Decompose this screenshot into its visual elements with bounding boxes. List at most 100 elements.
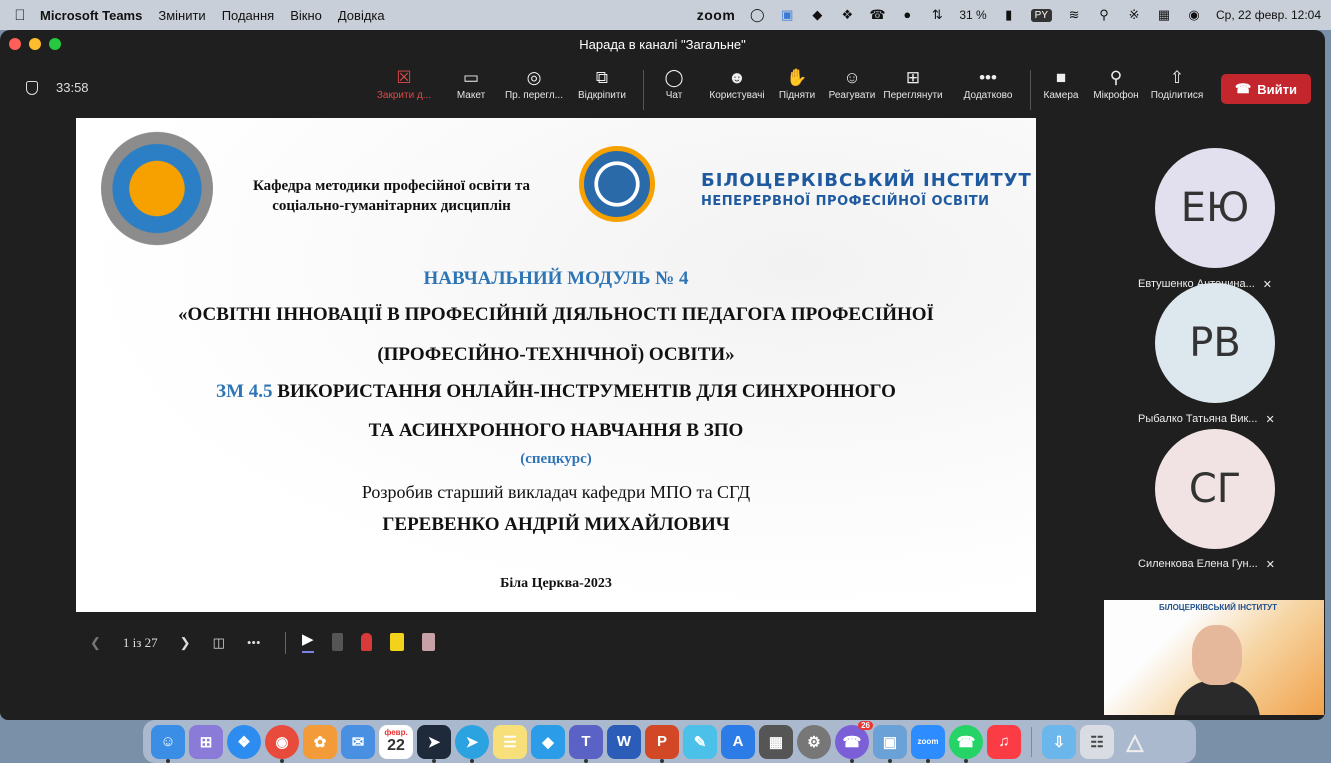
pop-out-button[interactable]: ⧉ Відкріпити	[572, 66, 632, 101]
recent-document-icon[interactable]: ☷	[1080, 724, 1114, 759]
vpn-icon[interactable]: ◆	[809, 8, 825, 22]
menu-window[interactable]: Вікно	[290, 8, 322, 23]
institute-name: БІЛОЦЕРКІВСЬКИЙ ІНСТИТУТ НЕПЕРЕРВНОЇ ПРО…	[701, 170, 1032, 209]
meeting-duration: 33:58	[56, 80, 89, 95]
minimize-window-icon[interactable]	[29, 38, 41, 50]
grid-view-icon: ⊞	[905, 68, 921, 87]
shared-presentation-slide: Кафедра методики професійної освіти та с…	[76, 118, 1036, 612]
chrome-icon[interactable]: ◉	[265, 724, 299, 763]
launchpad-icon[interactable]: ⊞	[189, 724, 223, 759]
next-slide-icon[interactable]: ❯	[180, 635, 191, 651]
battery-percent[interactable]: 31 %	[959, 8, 986, 22]
app-store-icon[interactable]: A	[721, 724, 755, 759]
menu-edit[interactable]: Змінити	[158, 8, 205, 23]
react-button[interactable]: ☺ Реагувати	[824, 66, 880, 101]
macos-dock: ☺ ⊞ ❖ ◉ ✿ ✉ февр. 22 ➤ ➤ ☰ ◆ T W P ✎ A ▦…	[143, 720, 1196, 763]
people-button[interactable]: ☻ Користувачі	[704, 66, 770, 101]
previous-slide-icon[interactable]: ❮	[90, 635, 101, 651]
menu-view[interactable]: Подання	[222, 8, 275, 23]
app-store-style-icon[interactable]: ◆	[531, 724, 565, 759]
share-button[interactable]: ⇧ Поділитися	[1147, 66, 1207, 101]
highlighter-icon[interactable]	[389, 632, 404, 651]
system-settings-icon[interactable]: ⚙	[797, 724, 831, 759]
wifi-icon[interactable]: ≋	[1066, 8, 1082, 22]
department-name: Кафедра методики професійної освіти та с…	[252, 178, 531, 214]
shield-check-icon[interactable]: ◯	[749, 8, 765, 22]
participant-avatar[interactable]: ЕЮ	[1155, 148, 1275, 268]
eraser-icon[interactable]	[421, 632, 435, 651]
mic-muted-icon: ✕	[1265, 414, 1275, 426]
share-tray-icon: ⇧	[1169, 68, 1185, 87]
preview-icon[interactable]: ▣	[873, 724, 907, 763]
finder-icon[interactable]: ☺	[151, 724, 185, 763]
dropbox-icon[interactable]: ❖	[839, 8, 855, 22]
safari-icon[interactable]: ❖	[227, 724, 261, 759]
zoom-icon[interactable]: zoom	[911, 724, 945, 763]
department-logo	[101, 131, 213, 246]
slide-grid-icon[interactable]: ◫	[213, 635, 225, 651]
layout-icon: ▭	[462, 68, 480, 87]
telegram-icon[interactable]: ➤	[455, 724, 489, 763]
menu-app-name[interactable]: Microsoft Teams	[40, 8, 142, 23]
app-status-icon[interactable]: ▣	[779, 8, 795, 22]
photos-icon[interactable]: ✿	[303, 724, 337, 759]
virtual-background-banner: БІЛОЦЕРКІВСЬКИЙ ІНСТИТУТ	[1159, 603, 1277, 612]
people-icon: ☻	[728, 68, 746, 87]
author-name: ГЕРЕВЕНКО АНДРІЙ МИХАЙЛОВИЧ	[382, 514, 730, 535]
participant-avatar[interactable]: СГ	[1155, 429, 1275, 549]
chat-button[interactable]: ◯ Чат	[656, 66, 692, 101]
control-center-icon[interactable]: ▦	[1156, 8, 1172, 22]
institute-logo	[579, 146, 655, 222]
presenter-view-button[interactable]: ◎ Пр. перегл...	[499, 66, 569, 101]
notes-icon[interactable]: ☰	[493, 724, 527, 759]
microsoft-powerpoint-icon[interactable]: P	[645, 724, 679, 763]
more-button[interactable]: ••• Додатково	[956, 66, 1020, 101]
microphone-button[interactable]: ⚲ Мікрофон	[1088, 66, 1144, 101]
signal-app-icon[interactable]: ➤	[417, 724, 451, 763]
participant-avatar[interactable]: РВ	[1155, 283, 1275, 403]
menu-datetime[interactable]: Ср, 22 февр. 12:04	[1216, 8, 1321, 22]
toolbar-divider	[1030, 70, 1031, 110]
smiley-icon: ☺	[843, 68, 861, 87]
pen-black-icon[interactable]	[331, 632, 343, 651]
fullscreen-window-icon[interactable]	[49, 38, 61, 50]
window-controls	[9, 38, 61, 50]
freeform-icon[interactable]: ✎	[683, 724, 717, 759]
stop-sharing-button[interactable]: ☒ Закрити д...	[372, 66, 436, 101]
camera-button[interactable]: ■ Камера	[1040, 66, 1082, 101]
phone-hangup-icon: ☎	[1235, 81, 1252, 96]
pen-red-icon[interactable]	[360, 632, 372, 651]
signal-icon[interactable]: ⇅	[929, 8, 945, 22]
trash-icon[interactable]: △	[1118, 725, 1152, 759]
viber-icon[interactable]: ☎ 26	[835, 720, 873, 763]
raise-hand-button[interactable]: ✋ Підняти	[774, 66, 820, 101]
input-source[interactable]: PY	[1030, 8, 1053, 22]
calendar-icon[interactable]: февр. 22	[379, 724, 413, 759]
view-button[interactable]: ⊞ Переглянути	[873, 66, 953, 101]
leave-meeting-button[interactable]: ☎ Вийти	[1221, 74, 1311, 104]
chat-icon: ◯	[664, 68, 684, 87]
microsoft-word-icon[interactable]: W	[607, 724, 641, 759]
apple-icon[interactable]: 	[0, 7, 40, 24]
music-icon[interactable]: ♫	[987, 724, 1021, 759]
camera-off-icon[interactable]: ●	[899, 8, 915, 22]
more-options-icon[interactable]: •••	[247, 635, 261, 651]
downloads-folder-icon[interactable]: ⇩	[1042, 724, 1076, 759]
menu-help[interactable]: Довідка	[338, 8, 385, 23]
controls-divider	[285, 632, 286, 654]
close-window-icon[interactable]	[9, 38, 21, 50]
shield-icon[interactable]	[26, 80, 38, 95]
battery-icon: ▮	[1005, 7, 1013, 22]
microsoft-teams-icon[interactable]: T	[569, 724, 603, 763]
self-video-preview[interactable]: БІЛОЦЕРКІВСЬКИЙ ІНСТИТУТ	[1104, 600, 1324, 715]
spotlight-search-icon[interactable]: ⚲	[1096, 8, 1112, 22]
siri-icon[interactable]: ◉	[1186, 8, 1202, 22]
mail-icon[interactable]: ✉	[341, 724, 375, 759]
pointer-tool-icon[interactable]: ▶	[302, 630, 314, 653]
whatsapp-icon[interactable]: ☎	[949, 724, 983, 763]
zoom-status[interactable]: zoom	[697, 7, 736, 23]
bluetooth-icon[interactable]: ※	[1126, 8, 1142, 22]
calculator-icon[interactable]: ▦	[759, 724, 793, 759]
layout-button[interactable]: ▭ Макет	[452, 66, 490, 101]
viber-status-icon[interactable]: ☎	[869, 8, 885, 22]
